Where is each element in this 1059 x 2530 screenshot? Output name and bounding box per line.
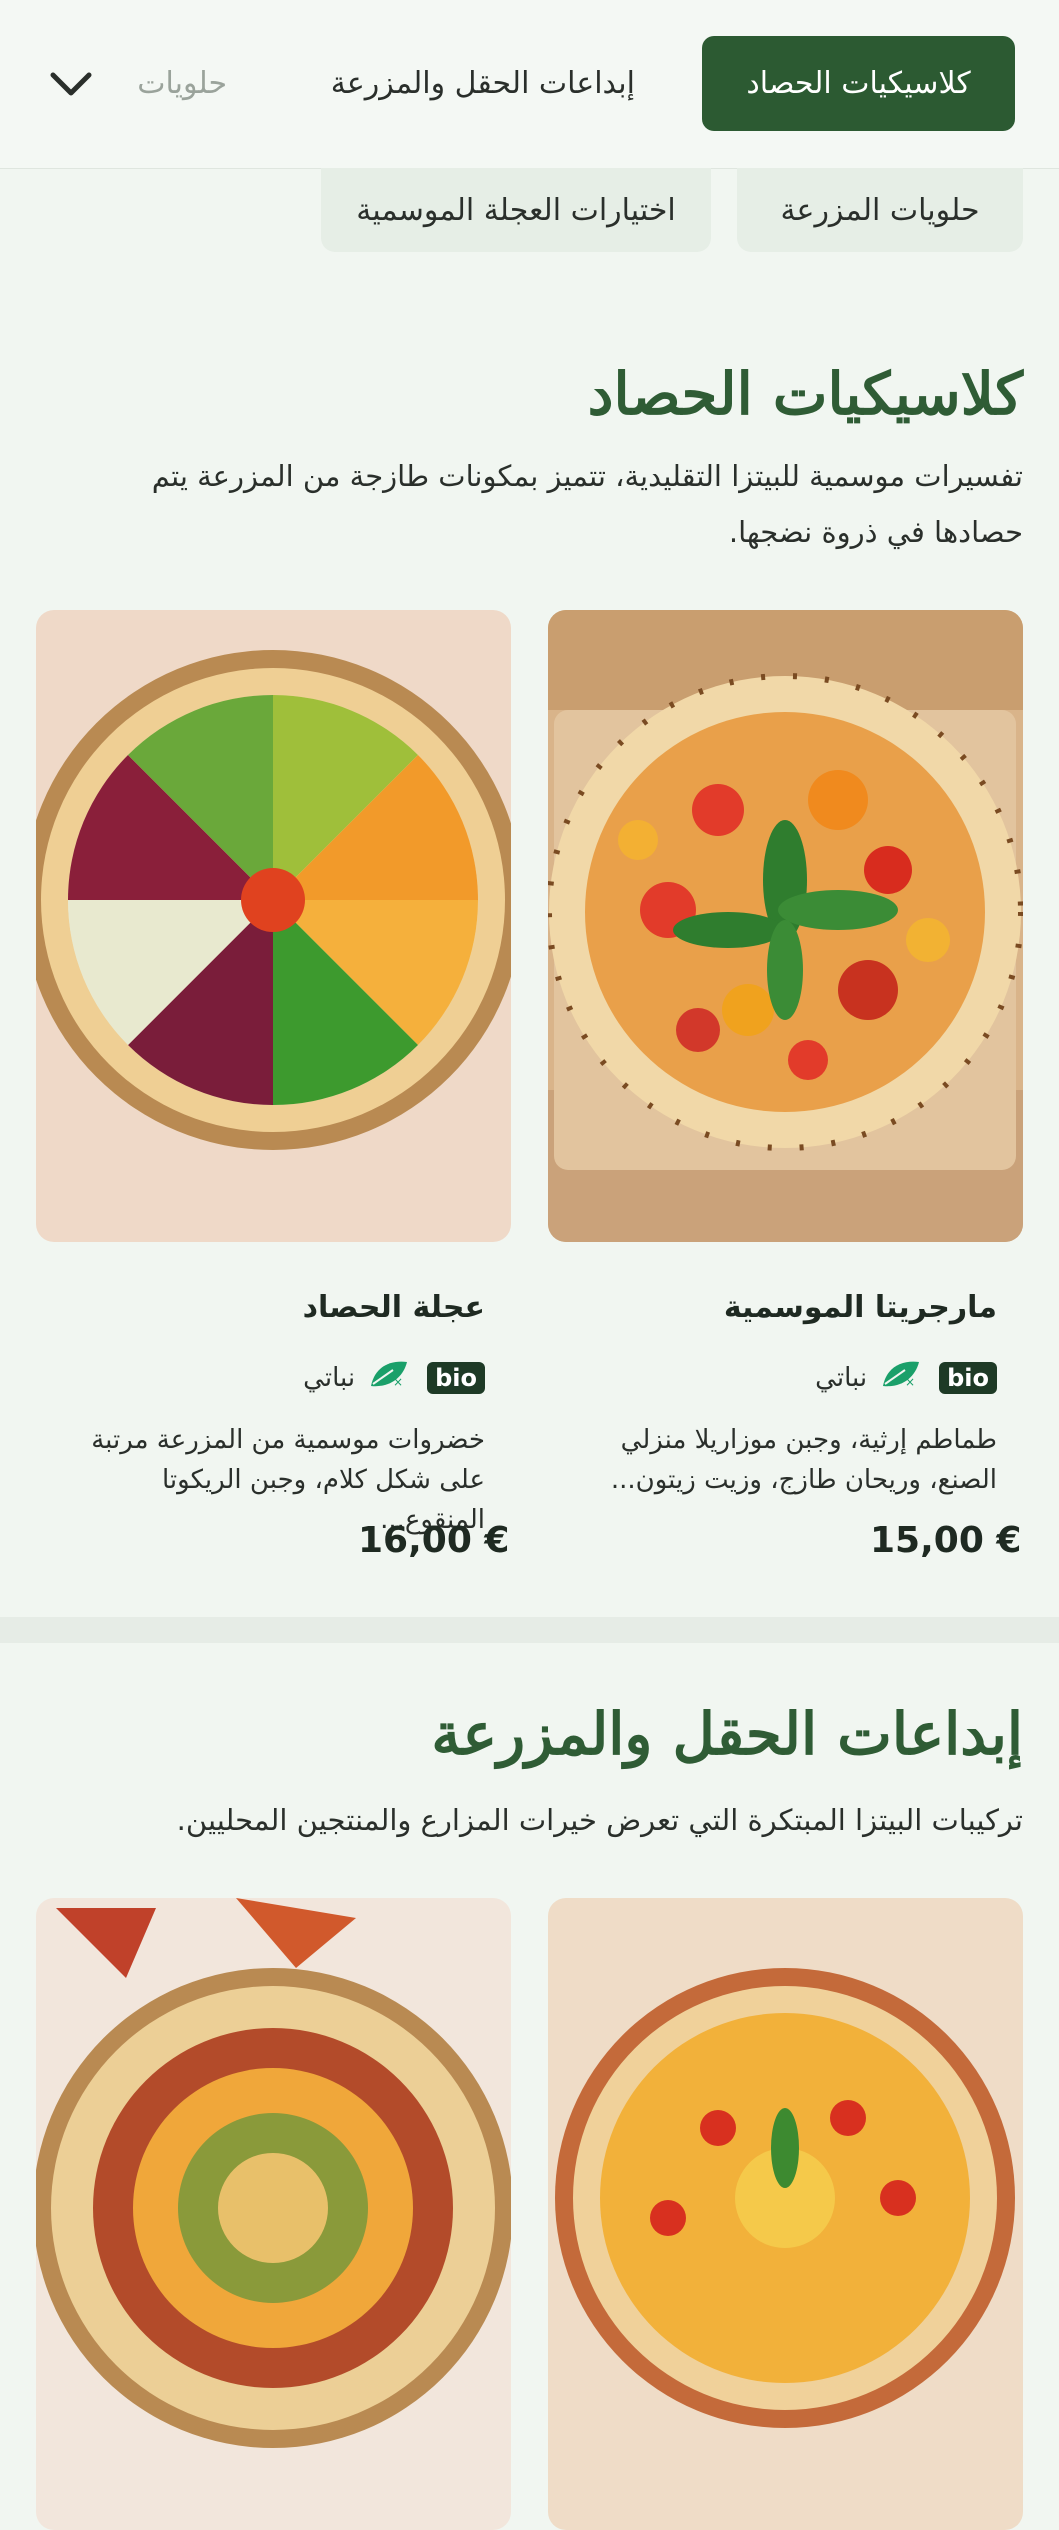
item-price: 15,00 € [870,1520,1022,1561]
section-description: تفسيرات موسمية للبيتزا التقليدية، تتميز … [151,459,1023,549]
chevron-down-icon[interactable] [46,60,96,110]
section-title: كلاسيكيات الحصاد [587,360,1023,428]
item-badges: bio × نباتي [303,1356,485,1399]
section-description: تركيبات البيتزا المبتكرة التي تعرض خيرات… [176,1803,1023,1837]
vegetarian-icon: × [879,1356,927,1399]
tab-desserts[interactable]: حلويات [137,36,227,131]
section-title: إبداعات الحقل والمزرعة [431,1700,1023,1768]
item-name[interactable]: عجلة الحصاد [303,1290,485,1325]
item-badges: bio × نباتي [815,1356,997,1399]
tab-seasonal-wheel[interactable]: اختيارات العجلة الموسمية [321,168,711,252]
diet-label: نباتي [815,1362,868,1393]
item-description: طماطم إرثية، وجبن موزاريلا منزلي الصنع، … [610,1425,997,1495]
pizza-image[interactable] [548,1898,1023,2530]
item-price: 16,00 € [358,1520,510,1561]
item-name[interactable]: مارجريتا الموسمية [724,1290,997,1325]
bio-badge: bio [939,1361,997,1394]
pizza-image[interactable] [36,1898,511,2530]
bio-badge: bio [427,1361,485,1394]
svg-text:×: × [905,1375,915,1389]
tab-farm-desserts[interactable]: حلويات المزرعة [737,168,1023,252]
section-divider [0,1617,1059,1643]
tab-harvest-classics[interactable]: كلاسيكيات الحصاد [702,36,1015,131]
vegetarian-icon: × [367,1356,415,1399]
tab-field-farm-creations[interactable]: إبداعات الحقل والمزرعة [331,36,635,131]
svg-text:×: × [393,1375,403,1389]
diet-label: نباتي [303,1362,356,1393]
category-nav: كلاسيكيات الحصاد إبداعات الحقل والمزرعة … [0,0,1059,169]
pizza-image-harvest-wheel[interactable] [36,610,511,1242]
pizza-image-seasonal-margherita[interactable] [548,610,1023,1242]
